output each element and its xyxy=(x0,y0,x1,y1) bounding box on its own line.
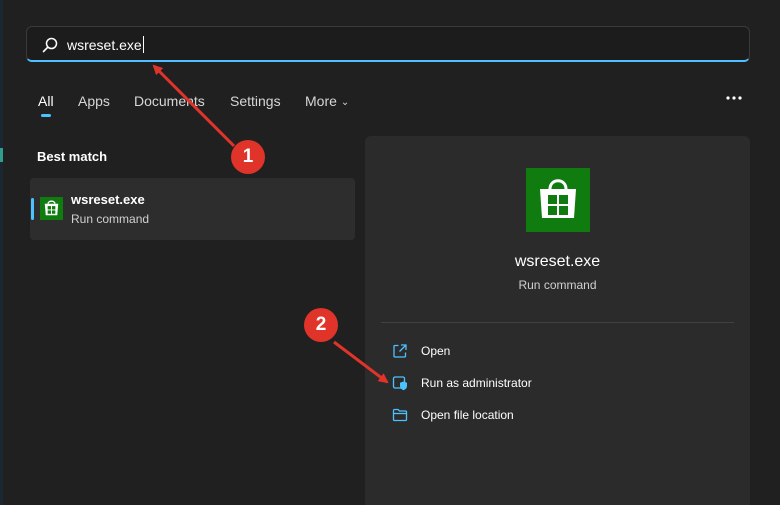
search-icon xyxy=(42,37,58,53)
result-title: wsreset.exe xyxy=(71,192,145,207)
text-caret xyxy=(142,36,144,53)
tab-active-indicator xyxy=(41,114,51,117)
background-window-mark xyxy=(0,148,3,162)
action-open-file-location-label: Open file location xyxy=(421,408,514,422)
action-open-label: Open xyxy=(421,344,451,358)
folder-icon xyxy=(392,408,408,422)
tab-apps-label: Apps xyxy=(78,93,110,109)
action-open[interactable]: Open xyxy=(392,342,692,362)
tab-settings-label: Settings xyxy=(230,93,281,109)
more-options-icon[interactable] xyxy=(724,90,744,106)
microsoft-store-icon xyxy=(526,168,590,232)
annotation-badge-2: 2 xyxy=(304,308,338,342)
action-open-file-location[interactable]: Open file location xyxy=(392,406,692,426)
detail-title: wsreset.exe xyxy=(514,253,601,270)
selection-indicator xyxy=(31,198,34,220)
annotation-badge-1: 1 xyxy=(231,140,265,174)
shield-admin-icon xyxy=(392,376,407,391)
action-run-as-administrator[interactable]: Run as administrator xyxy=(392,374,692,394)
result-subtitle: Run command xyxy=(71,212,150,226)
tab-documents-label: Documents xyxy=(134,93,205,109)
background-window-edge xyxy=(0,0,3,505)
tab-documents[interactable]: Documents xyxy=(134,92,205,110)
microsoft-store-icon xyxy=(40,197,63,220)
detail-subtitle: Run command xyxy=(518,278,597,292)
best-match-heading: Best match xyxy=(37,149,108,164)
tab-all[interactable]: All xyxy=(38,92,54,117)
tab-more-label: More xyxy=(305,93,337,109)
search-box[interactable]: wsreset.exe xyxy=(26,26,750,62)
detail-panel: wsreset.exe Run command Open Run as admi… xyxy=(365,136,750,505)
open-external-icon xyxy=(393,344,407,358)
tab-settings[interactable]: Settings xyxy=(230,92,281,110)
chevron-down-icon: ⌄ xyxy=(340,97,350,108)
action-run-as-administrator-label: Run as administrator xyxy=(421,376,532,390)
tab-apps[interactable]: Apps xyxy=(78,92,110,110)
tab-more[interactable]: More ⌄ xyxy=(305,92,349,112)
tab-all-label: All xyxy=(38,93,54,109)
divider xyxy=(381,322,734,323)
best-match-result[interactable]: wsreset.exe Run command xyxy=(30,178,355,240)
search-input[interactable]: wsreset.exe xyxy=(67,36,144,54)
